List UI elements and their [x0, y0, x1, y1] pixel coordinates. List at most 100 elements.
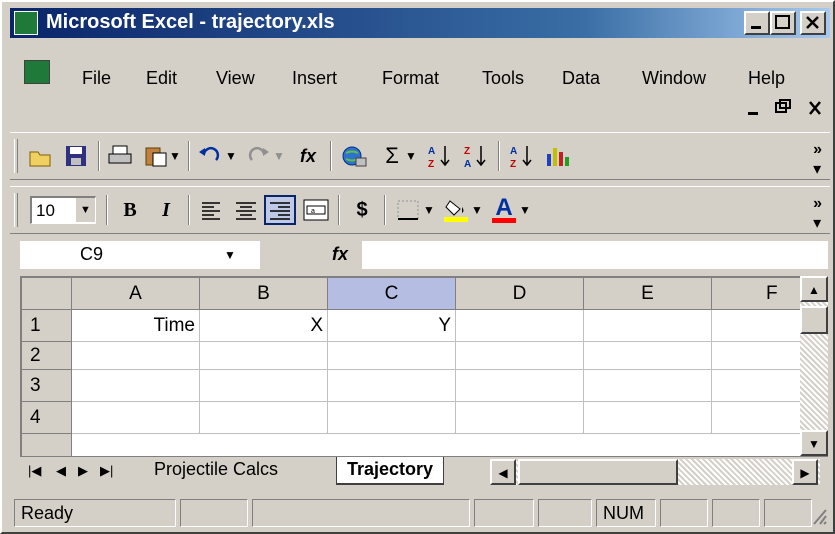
fill-color-button[interactable] [440, 195, 472, 225]
font-size-dropdown[interactable]: 10 ▼ [30, 196, 96, 224]
cell-c2[interactable] [328, 342, 456, 370]
borders-dropdown-icon[interactable]: ▼ [422, 195, 436, 225]
cell-e2[interactable] [584, 342, 712, 370]
cell-a1[interactable]: Time [72, 310, 200, 342]
insert-function-icon[interactable]: fx [332, 244, 348, 265]
tab-trajectory[interactable]: Trajectory [336, 457, 445, 485]
currency-button[interactable]: $ [346, 195, 378, 225]
toolbar-grip[interactable] [14, 193, 18, 227]
horizontal-scrollbar[interactable]: ◀ ▶ [490, 459, 820, 485]
bold-button[interactable]: B [114, 195, 146, 225]
prev-sheet-icon[interactable]: ◀ [56, 463, 66, 479]
chart-wizard-button[interactable] [542, 141, 574, 171]
open-button[interactable] [26, 141, 58, 171]
chevron-down-icon[interactable]: ▼ [75, 198, 95, 222]
menu-tools[interactable]: Tools [482, 68, 524, 89]
cell-c4[interactable] [328, 402, 456, 434]
tab-projectile-calcs[interactable]: Projectile Calcs [144, 457, 288, 485]
undo-button[interactable] [194, 141, 226, 171]
scroll-right-button[interactable]: ▶ [792, 459, 818, 485]
horizontal-scroll-thumb[interactable] [518, 459, 678, 485]
cell-a2[interactable] [72, 342, 200, 370]
autosum-dropdown-icon[interactable]: ▼ [404, 141, 418, 171]
scroll-left-button[interactable]: ◀ [490, 459, 516, 485]
first-sheet-icon[interactable]: |◀ [28, 463, 41, 479]
align-center-button[interactable] [230, 195, 262, 225]
cell-d3[interactable] [456, 370, 584, 402]
redo-button[interactable] [242, 141, 274, 171]
document-window-controls[interactable] [746, 98, 826, 123]
row-header-partial[interactable] [22, 434, 72, 456]
menu-insert[interactable]: Insert [292, 68, 337, 89]
column-header-b[interactable]: B [200, 278, 328, 310]
menu-window[interactable]: Window [642, 68, 706, 89]
cell-f3[interactable] [712, 370, 800, 402]
column-header-a[interactable]: A [72, 278, 200, 310]
select-all-corner[interactable] [22, 278, 72, 310]
cell-b3[interactable] [200, 370, 328, 402]
close-button[interactable] [800, 11, 826, 35]
menu-view[interactable]: View [216, 68, 255, 89]
cell-b1[interactable]: X [200, 310, 328, 342]
scroll-thumb[interactable] [800, 306, 828, 334]
row-header-1[interactable]: 1 [22, 310, 72, 342]
hyperlink-button[interactable] [338, 141, 370, 171]
row-header-3[interactable]: 3 [22, 370, 72, 402]
menu-data[interactable]: Data [562, 68, 600, 89]
sort-descending-button[interactable]: ZA [460, 141, 492, 171]
cell-d2[interactable] [456, 342, 584, 370]
italic-button[interactable]: I [150, 195, 182, 225]
insert-function-button[interactable]: fx [292, 141, 324, 171]
spreadsheet-grid[interactable]: A B C D E F 1 Time X Y 2 3 4 [20, 276, 800, 456]
menu-help[interactable]: Help [748, 68, 785, 89]
column-header-d[interactable]: D [456, 278, 584, 310]
resize-grip-icon[interactable] [812, 506, 828, 526]
column-header-c[interactable]: C [328, 278, 456, 310]
menu-file[interactable]: File [82, 68, 111, 89]
font-color-button[interactable]: A [488, 195, 520, 225]
toolbar-options-icon[interactable]: » ▾ [813, 141, 822, 179]
save-button[interactable] [60, 141, 92, 171]
scroll-up-button[interactable]: ▲ [800, 276, 828, 302]
maximize-button[interactable] [770, 11, 796, 35]
cell-b4[interactable] [200, 402, 328, 434]
merge-center-button[interactable]: a [300, 195, 332, 225]
paste-dropdown-icon[interactable]: ▼ [168, 141, 182, 171]
toolbar-options-icon[interactable]: » ▾ [813, 195, 822, 233]
print-button[interactable] [104, 141, 136, 171]
chevron-down-icon[interactable]: ▼ [224, 248, 236, 262]
cell-c1[interactable]: Y [328, 310, 456, 342]
cell-f2[interactable] [712, 342, 800, 370]
undo-dropdown-icon[interactable]: ▼ [224, 141, 238, 171]
fill-color-dropdown-icon[interactable]: ▼ [470, 195, 484, 225]
last-sheet-icon[interactable]: ▶| [100, 463, 113, 479]
formula-input[interactable] [362, 241, 828, 269]
cell-f4[interactable] [712, 402, 800, 434]
cell-d1[interactable] [456, 310, 584, 342]
toolbar-grip[interactable] [14, 139, 18, 173]
title-bar[interactable]: Microsoft Excel - trajectory.xls [10, 8, 830, 38]
cell-c3[interactable] [328, 370, 456, 402]
row-header-2[interactable]: 2 [22, 342, 72, 370]
align-right-button[interactable] [264, 195, 296, 225]
excel-app-icon[interactable] [14, 11, 38, 35]
minimize-button[interactable] [744, 11, 770, 35]
sort-az-button[interactable]: AZ [506, 141, 538, 171]
cell-e4[interactable] [584, 402, 712, 434]
row-header-4[interactable]: 4 [22, 402, 72, 434]
next-sheet-icon[interactable]: ▶ [78, 463, 88, 479]
redo-dropdown-icon[interactable]: ▼ [272, 141, 286, 171]
scroll-down-button[interactable]: ▼ [800, 430, 828, 456]
workbook-icon[interactable] [24, 60, 50, 84]
menu-format[interactable]: Format [382, 68, 439, 89]
cell-f1[interactable] [712, 310, 800, 342]
column-header-e[interactable]: E [584, 278, 712, 310]
vertical-scrollbar[interactable]: ▲ ▼ [800, 276, 828, 456]
cell-a3[interactable] [72, 370, 200, 402]
cell-e1[interactable] [584, 310, 712, 342]
cell-b2[interactable] [200, 342, 328, 370]
sort-ascending-button[interactable]: AZ [424, 141, 456, 171]
cell-d4[interactable] [456, 402, 584, 434]
font-color-dropdown-icon[interactable]: ▼ [518, 195, 532, 225]
menu-edit[interactable]: Edit [146, 68, 177, 89]
